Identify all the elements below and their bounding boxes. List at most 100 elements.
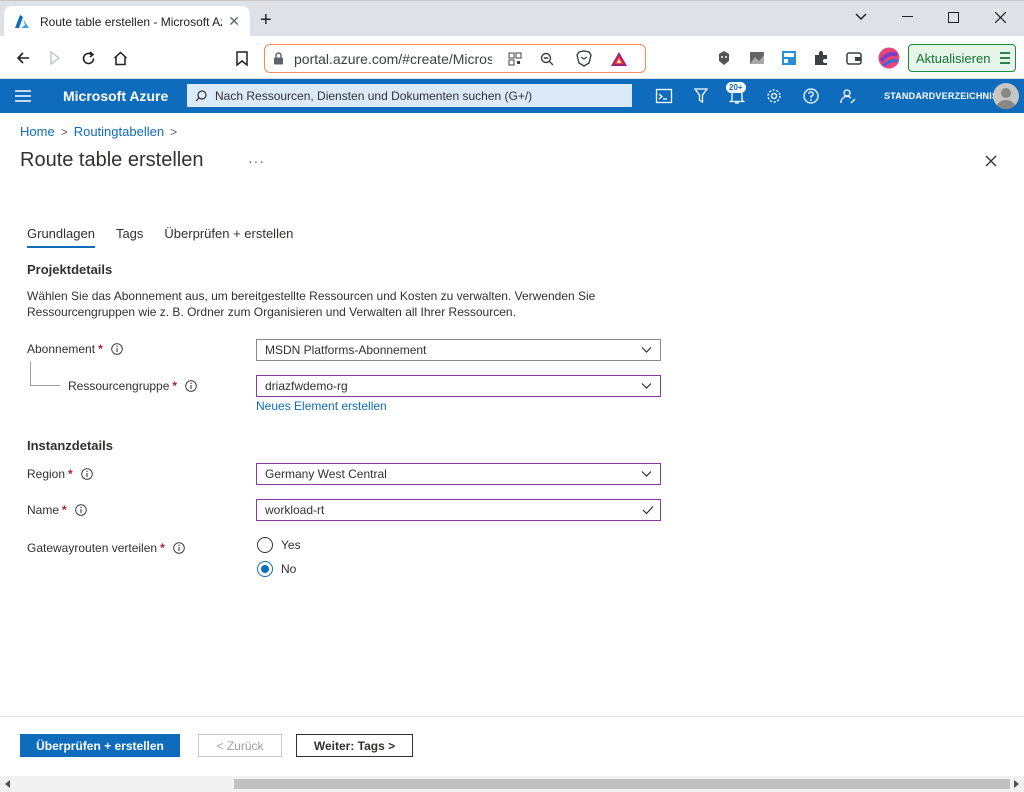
maximize-icon[interactable]	[943, 7, 963, 27]
breadcrumb-route-tables[interactable]: Routingtabellen	[74, 124, 164, 139]
search-icon	[195, 89, 207, 101]
wallet-icon[interactable]	[845, 49, 863, 67]
puzzle-icon[interactable]	[812, 49, 830, 67]
required-marker: *	[172, 379, 178, 393]
tree-connector	[30, 385, 60, 386]
notifications-badge: 20+	[726, 82, 746, 93]
more-options-button[interactable]: ···	[248, 153, 265, 169]
info-icon[interactable]	[74, 504, 87, 516]
name-label-text: Name	[27, 503, 60, 517]
region-dropdown[interactable]: Germany West Central	[256, 463, 661, 485]
back-icon[interactable]	[14, 49, 32, 67]
next-tags-button[interactable]: Weiter: Tags >	[296, 734, 413, 757]
profile-icon[interactable]	[878, 47, 900, 69]
required-marker: *	[62, 503, 67, 517]
radio-yes[interactable]	[257, 537, 273, 553]
scroll-left-icon[interactable]	[4, 780, 12, 788]
layout-extension-icon[interactable]	[780, 49, 798, 67]
radio-no[interactable]	[257, 561, 273, 577]
required-marker: *	[160, 541, 165, 555]
filter-icon[interactable]	[692, 87, 710, 105]
image-extension-icon[interactable]	[748, 49, 766, 67]
forward-icon[interactable]	[46, 49, 64, 67]
tab-close-icon[interactable]: ✕	[228, 13, 240, 30]
reload-icon[interactable]	[79, 49, 97, 67]
minimize-icon[interactable]	[897, 7, 917, 27]
feedback-icon[interactable]	[839, 87, 857, 105]
subscription-value: MSDN Platforms-Abonnement	[265, 343, 427, 357]
chevron-right-icon: >	[60, 124, 68, 139]
directory-name[interactable]: STANDARDVERZEICHNIS	[884, 91, 998, 101]
chevron-down-icon	[641, 347, 652, 353]
gateway-routes-label: Gatewayrouten verteilen *	[27, 541, 185, 555]
tab-grundlagen[interactable]: Grundlagen	[27, 226, 95, 248]
resource-group-label: Ressourcengruppe *	[68, 379, 197, 393]
radio-option-no[interactable]: No	[257, 561, 296, 577]
chevron-right-icon: >	[170, 124, 178, 139]
chevron-down-icon	[641, 383, 652, 389]
resource-group-label-text: Ressourcengruppe	[68, 379, 170, 393]
region-value: Germany West Central	[265, 467, 387, 481]
name-label: Name *	[27, 503, 87, 517]
help-icon[interactable]	[802, 87, 820, 105]
subscription-label: Abonnement *	[27, 342, 123, 356]
bat-icon[interactable]	[610, 51, 628, 67]
scroll-right-icon[interactable]	[1012, 780, 1020, 788]
browser-tabstrip: Route table erstellen - Microsoft Azure …	[0, 0, 1024, 37]
lock-icon	[274, 52, 283, 65]
page-title: Route table erstellen	[20, 149, 204, 171]
brave-icon[interactable]	[576, 50, 592, 67]
wizard-tabs: Grundlagen Tags Überprüfen + erstellen	[27, 226, 314, 248]
zoom-icon[interactable]	[540, 52, 554, 66]
bookmark-icon[interactable]	[233, 49, 251, 67]
resource-group-dropdown[interactable]: driazfwdemo-rg	[256, 375, 661, 397]
info-icon[interactable]	[110, 343, 123, 355]
horizontal-scrollbar[interactable]	[0, 776, 1024, 792]
project-description: Wählen Sie das Abonnement aus, um bereit…	[27, 289, 596, 319]
scrollbar-thumb[interactable]	[234, 779, 1010, 789]
name-value: workload-rt	[265, 503, 325, 517]
instance-details-heading: Instanzdetails	[27, 438, 113, 453]
gear-icon[interactable]	[765, 87, 783, 105]
review-create-button[interactable]: Überprüfen + erstellen	[20, 734, 180, 757]
breadcrumb-home[interactable]: Home	[20, 124, 55, 139]
window-close-icon[interactable]	[990, 7, 1010, 27]
info-icon[interactable]	[80, 468, 93, 480]
address-text: portal.azure.com/#create/Microsoft.Route…	[294, 50, 492, 67]
global-search-input[interactable]: Nach Ressourcen, Diensten und Dokumenten…	[187, 84, 632, 107]
info-icon[interactable]	[185, 380, 197, 392]
gateway-routes-label-text: Gatewayrouten verteilen	[27, 541, 158, 555]
user-icon	[996, 88, 1016, 109]
region-label-text: Region	[27, 467, 66, 481]
avatar[interactable]	[993, 83, 1019, 109]
radio-no-label: No	[281, 562, 297, 576]
radio-option-yes[interactable]: Yes	[257, 537, 301, 553]
tab-tags[interactable]: Tags	[116, 226, 143, 247]
required-marker: *	[98, 342, 103, 356]
subscription-label-text: Abonnement	[27, 342, 96, 356]
region-label: Region *	[27, 467, 93, 481]
azure-header: Microsoft Azure Nach Ressourcen, Dienste…	[0, 79, 1024, 113]
create-new-resource-group-link[interactable]: Neues Element erstellen	[256, 399, 387, 413]
resource-group-value: driazfwdemo-rg	[265, 379, 348, 393]
name-input[interactable]: workload-rt	[256, 499, 661, 521]
close-icon[interactable]	[982, 152, 1000, 170]
required-marker: *	[68, 467, 73, 481]
qr-icon[interactable]	[508, 52, 522, 66]
tab-title: Route table erstellen - Microsoft Azure	[40, 14, 222, 29]
subscription-dropdown[interactable]: MSDN Platforms-Abonnement	[256, 339, 661, 361]
azure-brand[interactable]: Microsoft Azure	[63, 88, 168, 104]
extension-icon[interactable]	[715, 49, 733, 67]
tab-search-icon[interactable]	[851, 7, 871, 27]
update-button[interactable]: Aktualisieren	[908, 44, 1016, 72]
cloud-shell-icon[interactable]	[655, 87, 673, 105]
menu-dots-icon	[1000, 52, 1011, 64]
address-bar[interactable]: portal.azure.com/#create/Microsoft.Route…	[264, 44, 646, 73]
browser-tab[interactable]: Route table erstellen - Microsoft Azure …	[4, 6, 250, 37]
back-button: < Zurück	[198, 734, 282, 757]
home-icon[interactable]	[111, 49, 129, 67]
tab-review-create[interactable]: Überprüfen + erstellen	[164, 226, 293, 247]
info-icon[interactable]	[172, 542, 185, 554]
new-tab-icon[interactable]: +	[260, 10, 272, 30]
menu-icon[interactable]	[14, 88, 32, 104]
